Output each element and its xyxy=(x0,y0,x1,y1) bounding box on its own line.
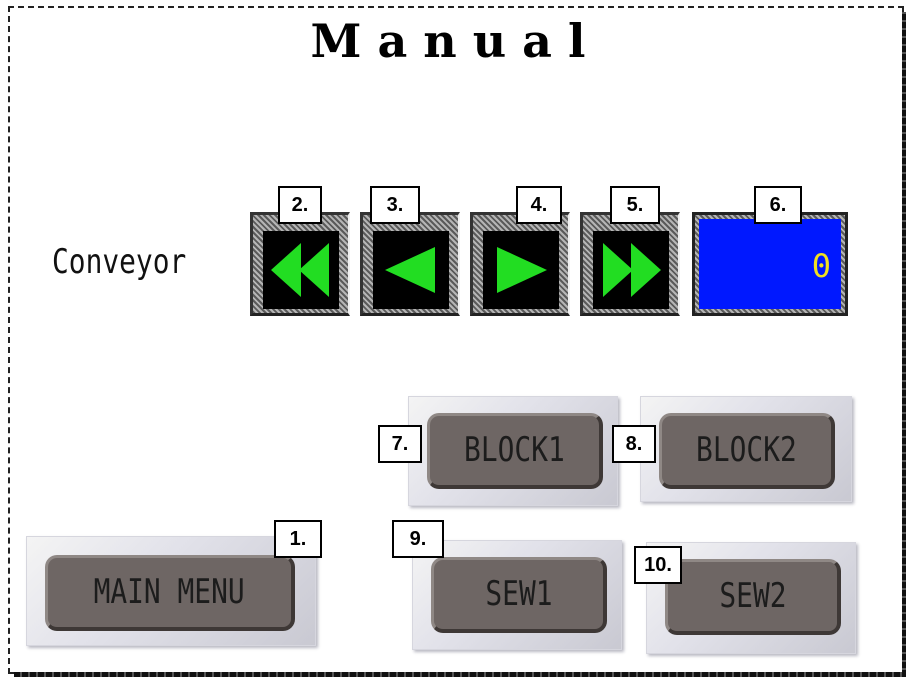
block1-button[interactable]: BLOCK1 xyxy=(427,413,603,489)
conveyor-label: Conveyor xyxy=(52,242,187,282)
sew1-button[interactable]: SEW1 xyxy=(431,557,607,633)
left-arrow-icon xyxy=(385,247,435,293)
fast-forward-button[interactable] xyxy=(580,212,680,316)
callout-3: 3. xyxy=(370,186,420,224)
border-shadow-bottom xyxy=(14,672,906,677)
page-title: Manual xyxy=(310,14,602,68)
main-menu-button-frame: MAIN MENU xyxy=(26,536,316,646)
block1-button-frame: BLOCK1 xyxy=(408,396,618,506)
callout-8: 8. xyxy=(612,425,656,463)
fast-reverse-button[interactable] xyxy=(250,212,350,316)
sew2-button[interactable]: SEW2 xyxy=(665,559,841,635)
block2-button-frame: BLOCK2 xyxy=(640,396,852,502)
double-left-arrow-icon xyxy=(271,243,329,297)
callout-4: 4. xyxy=(516,186,562,224)
block2-button[interactable]: BLOCK2 xyxy=(659,413,835,489)
callout-2: 2. xyxy=(278,186,322,224)
callout-9: 9. xyxy=(392,520,444,558)
callout-6: 6. xyxy=(754,186,802,224)
callout-5: 5. xyxy=(610,186,660,224)
right-arrow-icon xyxy=(497,247,547,293)
main-menu-button[interactable]: MAIN MENU xyxy=(45,555,295,631)
reverse-button[interactable] xyxy=(360,212,460,316)
double-right-arrow-icon xyxy=(603,243,661,297)
hmi-screen: Manual Conveyor 0 BLOCK1 BLOCK2 MAIN MEN… xyxy=(0,0,912,683)
callout-7: 7. xyxy=(378,425,422,463)
border-shadow-right xyxy=(902,12,906,676)
callout-10: 10. xyxy=(634,546,682,584)
forward-button[interactable] xyxy=(470,212,570,316)
conveyor-speed-value: 0 xyxy=(811,247,831,285)
conveyor-speed-display[interactable]: 0 xyxy=(692,212,848,316)
callout-1: 1. xyxy=(274,520,322,558)
